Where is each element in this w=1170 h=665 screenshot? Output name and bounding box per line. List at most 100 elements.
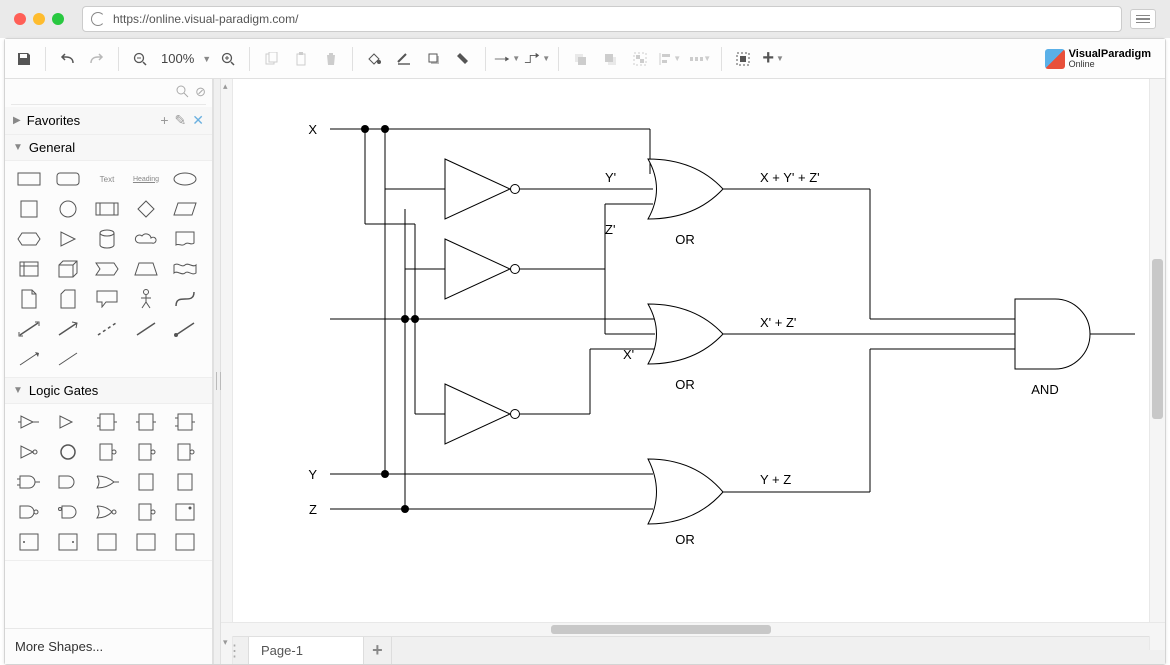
zoom-level[interactable]: 100%	[157, 51, 198, 66]
fill-color-button[interactable]	[361, 46, 387, 72]
gate-circle[interactable]	[54, 442, 82, 462]
shape-internal-storage[interactable]	[15, 259, 43, 279]
more-shapes-button[interactable]: More Shapes...	[5, 628, 212, 664]
zoom-dropdown-icon[interactable]: ▼	[202, 54, 211, 64]
zoom-in-button[interactable]	[215, 46, 241, 72]
gate-iec-or[interactable]	[171, 412, 199, 432]
or-gate-3[interactable]	[648, 459, 723, 524]
gate-iec-nand[interactable]	[93, 442, 121, 462]
diagram-canvas[interactable]: X Y Z	[221, 79, 1149, 622]
shape-heading[interactable]: Heading	[132, 169, 160, 189]
group-button[interactable]	[627, 46, 653, 72]
gate-not[interactable]	[15, 442, 43, 462]
not-gate-y[interactable]	[445, 159, 520, 219]
gate-iec-and[interactable]	[93, 412, 121, 432]
address-bar[interactable]: https://online.visual-paradigm.com/	[82, 6, 1122, 32]
gate-box2[interactable]	[132, 532, 160, 552]
shape-parallelogram[interactable]	[171, 199, 199, 219]
waypoint-button[interactable]: ▼	[524, 46, 550, 72]
shape-arrow-open[interactable]	[54, 319, 82, 339]
close-favorite-icon[interactable]: ✕	[192, 112, 204, 129]
brand-logo-area[interactable]: VisualParadigm Online	[1045, 49, 1159, 69]
scroll-down-icon[interactable]: ▾	[223, 637, 228, 648]
not-gate-x[interactable]	[445, 384, 520, 444]
gate-and2[interactable]	[54, 472, 82, 492]
shape-cylinder[interactable]	[93, 229, 121, 249]
gate-label-box[interactable]	[171, 502, 199, 522]
add-page-button[interactable]: +	[364, 637, 392, 664]
shape-search[interactable]: ⊘	[11, 79, 206, 105]
gate-box-dot-r[interactable]	[54, 532, 82, 552]
shape-step[interactable]	[93, 259, 121, 279]
shape-line[interactable]	[132, 319, 160, 339]
gate-iec-and2[interactable]	[132, 472, 160, 492]
gate-or[interactable]	[93, 472, 121, 492]
or-gate-2[interactable]	[648, 304, 723, 364]
gate-iec-or2[interactable]	[171, 472, 199, 492]
maximize-icon[interactable]	[52, 13, 64, 25]
gate-buffer2[interactable]	[54, 412, 82, 432]
shape-process[interactable]	[93, 199, 121, 219]
tab-page-1[interactable]: Page-1	[249, 637, 364, 664]
gate-and[interactable]	[15, 472, 43, 492]
shape-hexagon[interactable]	[15, 229, 43, 249]
gate-iec-nor[interactable]	[171, 442, 199, 462]
shape-cube[interactable]	[54, 259, 82, 279]
shape-diamond[interactable]	[132, 199, 160, 219]
paste-button[interactable]	[288, 46, 314, 72]
shape-tape[interactable]	[171, 259, 199, 279]
gate-nand[interactable]	[15, 502, 43, 522]
undo-button[interactable]	[54, 46, 80, 72]
shape-rounded-rect[interactable]	[54, 169, 82, 189]
fit-page-button[interactable]	[730, 46, 756, 72]
close-icon[interactable]	[14, 13, 26, 25]
line-color-button[interactable]	[391, 46, 417, 72]
or-gate-1[interactable]	[648, 159, 723, 219]
shape-circle[interactable]	[54, 199, 82, 219]
distribute-button[interactable]: ▼	[687, 46, 713, 72]
gate-buffer[interactable]	[15, 412, 43, 432]
shape-square[interactable]	[15, 199, 43, 219]
shape-triangle[interactable]	[54, 229, 82, 249]
shape-link[interactable]	[171, 319, 199, 339]
shadow-button[interactable]	[421, 46, 447, 72]
gate-nor[interactable]	[93, 502, 121, 522]
not-gate-z[interactable]	[445, 239, 520, 299]
edit-favorite-icon[interactable]: ✎	[175, 112, 187, 129]
horizontal-scrollbar[interactable]	[221, 622, 1165, 636]
general-section-header[interactable]: ▼ General	[5, 135, 212, 161]
minimize-icon[interactable]	[33, 13, 45, 25]
sidebar-splitter[interactable]	[213, 79, 221, 664]
logic-gates-section-header[interactable]: ▼ Logic Gates	[5, 378, 212, 404]
hamburger-menu-icon[interactable]	[1130, 9, 1156, 29]
zoom-out-button[interactable]	[127, 46, 153, 72]
gate-box[interactable]	[93, 532, 121, 552]
to-front-button[interactable]	[567, 46, 593, 72]
insert-button[interactable]: +▼	[760, 46, 786, 72]
gate-nand-in[interactable]	[54, 502, 82, 522]
save-button[interactable]	[11, 46, 37, 72]
shape-card[interactable]	[54, 289, 82, 309]
shape-curve[interactable]	[171, 289, 199, 309]
copy-button[interactable]	[258, 46, 284, 72]
and-gate[interactable]	[1015, 299, 1090, 369]
delete-button[interactable]	[318, 46, 344, 72]
format-painter-button[interactable]	[451, 46, 477, 72]
shape-ellipse[interactable]	[171, 169, 199, 189]
shape-arrow-both[interactable]	[15, 319, 43, 339]
shape-actor[interactable]	[132, 289, 160, 309]
shape-line2[interactable]	[54, 349, 82, 369]
shape-line-dashed[interactable]	[93, 319, 121, 339]
add-favorite-icon[interactable]: +	[160, 112, 168, 129]
shape-trapezoid[interactable]	[132, 259, 160, 279]
redo-button[interactable]	[84, 46, 110, 72]
gate-box3[interactable]	[171, 532, 199, 552]
align-button[interactable]: ▼	[657, 46, 683, 72]
shape-arrow-thin[interactable]	[15, 349, 43, 369]
gate-iec-not[interactable]	[132, 442, 160, 462]
shape-note[interactable]	[15, 289, 43, 309]
to-back-button[interactable]	[597, 46, 623, 72]
connector-style-button[interactable]: ▼	[494, 46, 520, 72]
shape-callout[interactable]	[93, 289, 121, 309]
favorites-section-header[interactable]: ▶ Favorites + ✎ ✕	[5, 107, 212, 135]
